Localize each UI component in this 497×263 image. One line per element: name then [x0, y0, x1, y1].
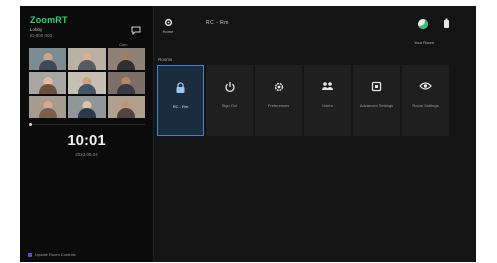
- participants-icon: [322, 82, 333, 90]
- date: 2023.09.04: [75, 152, 98, 157]
- battery-icon: [444, 18, 449, 28]
- lock-icon: [176, 82, 185, 93]
- section-title: Rooms: [158, 57, 173, 62]
- action-tiles: RC - Rm Sign Out Preferences Users Advan…: [157, 65, 449, 136]
- video-tile: [29, 72, 67, 94]
- video-progress-handle[interactable]: [29, 123, 32, 126]
- video-gallery[interactable]: [29, 48, 145, 118]
- settings-icon: [274, 82, 283, 92]
- update-room-controls[interactable]: Update Room Controls: [28, 252, 76, 257]
- update-label: Update Room Controls: [35, 252, 76, 257]
- update-icon: [28, 252, 32, 257]
- room-settings-icon: [371, 81, 382, 92]
- tile-label: Advanced Settings: [359, 103, 394, 108]
- room-id-line: ID 000 000: [30, 33, 53, 38]
- home-button[interactable]: Home: [160, 18, 176, 34]
- tile-label: Sign Out: [221, 103, 238, 108]
- video-tile: [29, 48, 67, 70]
- camera-label: Cam: [119, 42, 128, 47]
- tile-room[interactable]: RC - Rm: [157, 65, 204, 136]
- power-icon: [224, 82, 235, 93]
- tile-label: RC - Rm: [172, 104, 189, 109]
- status-avatar[interactable]: [418, 19, 428, 29]
- tile-advanced-settings[interactable]: Advanced Settings: [353, 65, 400, 136]
- tile-label: Room Settings: [412, 103, 439, 108]
- brand-logo: ZoomRT: [30, 15, 68, 25]
- device-screen: ZoomRT Lobby ID 000 000 Cam 10:01 2023.0…: [20, 6, 476, 262]
- main-area: Home RC - Rm Your Room Rooms RC - Rm Sig…: [154, 6, 476, 262]
- tile-label: Preferences: [267, 103, 290, 108]
- video-tile: [107, 96, 145, 118]
- view-icon: [419, 82, 432, 90]
- left-panel: ZoomRT Lobby ID 000 000 Cam 10:01 2023.0…: [20, 6, 154, 262]
- tile-label: Users: [322, 103, 333, 108]
- video-tile: [107, 48, 145, 70]
- video-progress-bar[interactable]: [29, 124, 145, 125]
- video-tile: [68, 48, 106, 70]
- clock: 10:01: [67, 132, 106, 149]
- tile-sign-out[interactable]: Sign Out: [206, 65, 253, 136]
- chat-icon[interactable]: [131, 25, 141, 35]
- tile-room-settings[interactable]: Room Settings: [402, 65, 449, 136]
- home-icon: [164, 18, 172, 27]
- home-label: Home: [162, 29, 174, 34]
- status-label: Your Room: [414, 40, 434, 45]
- video-tile: [68, 96, 106, 118]
- video-tile: [107, 72, 145, 94]
- tile-users[interactable]: Users: [304, 65, 351, 136]
- page-title: RC - Rm: [206, 20, 229, 26]
- video-tile: [68, 72, 106, 94]
- room-name-line: Lobby: [30, 27, 43, 32]
- tile-preferences[interactable]: Preferences: [255, 65, 302, 136]
- video-tile: [29, 96, 67, 118]
